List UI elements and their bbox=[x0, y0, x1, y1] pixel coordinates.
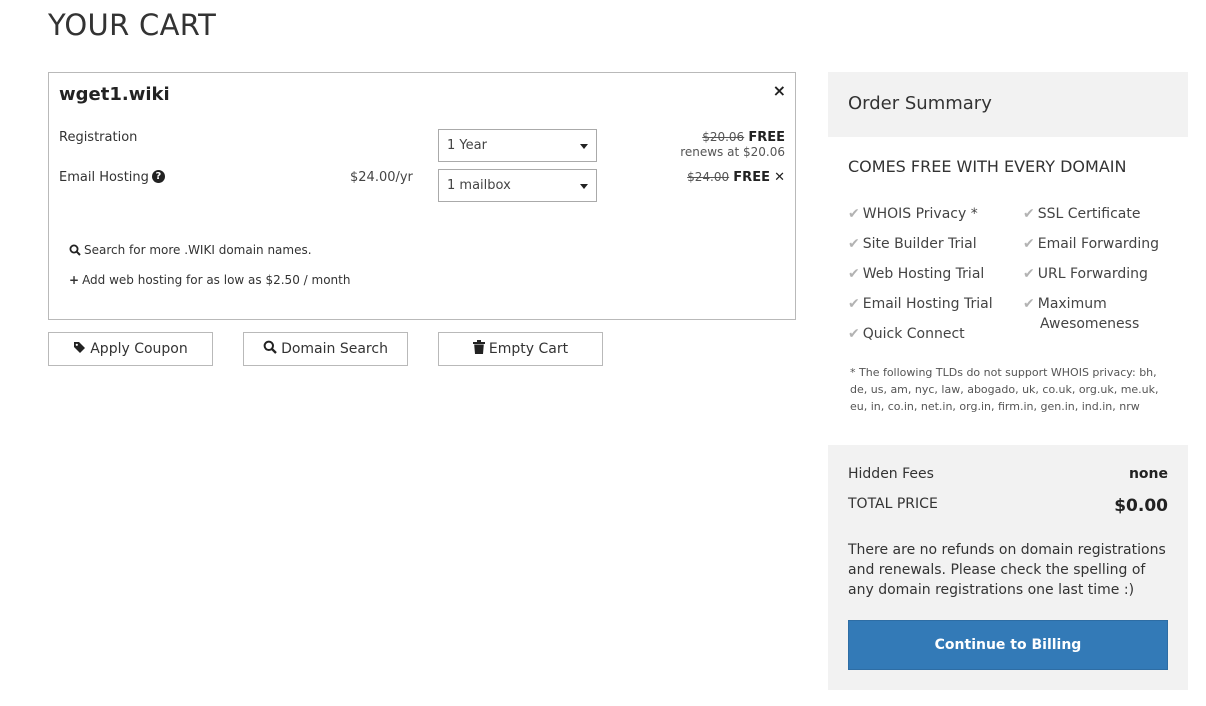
feature-item: ✔ Email Forwarding bbox=[1023, 236, 1159, 252]
empty-cart-button[interactable]: Empty Cart bbox=[438, 332, 603, 366]
feature-item: ✔ Quick Connect bbox=[848, 326, 965, 342]
feature-item: ✔ URL Forwarding bbox=[1023, 266, 1148, 282]
free-features-heading: COMES FREE WITH EVERY DOMAIN bbox=[848, 157, 1127, 176]
total-price-label: TOTAL PRICE bbox=[848, 496, 938, 512]
registration-renews: renews at $20.06 bbox=[680, 145, 785, 159]
mailbox-quantity-value: 1 mailbox bbox=[447, 178, 511, 193]
remove-email-hosting-icon[interactable]: ✕ bbox=[774, 170, 785, 185]
email-hosting-price: $24.00 FREE ✕ bbox=[687, 170, 785, 185]
hidden-fees-value: none bbox=[1128, 466, 1168, 482]
tag-icon bbox=[74, 341, 86, 353]
search-icon bbox=[263, 340, 277, 354]
email-hosting-label-text: Email Hosting bbox=[59, 170, 149, 185]
add-web-hosting-link[interactable]: + Add web hosting for as low as $2.50 / m… bbox=[69, 273, 350, 287]
feature-item: ✔ Maximum bbox=[1023, 296, 1107, 312]
search-more-domains-link[interactable]: Search for more .WIKI domain names. bbox=[69, 243, 312, 257]
totals-panel: Hidden Fees none TOTAL PRICE $0.00 There… bbox=[828, 445, 1188, 690]
check-icon: ✔ bbox=[1023, 236, 1035, 252]
whois-tld-note: * The following TLDs do not support WHOI… bbox=[850, 366, 1159, 413]
check-icon: ✔ bbox=[848, 326, 860, 342]
check-icon: ✔ bbox=[848, 206, 860, 222]
check-icon: ✔ bbox=[848, 266, 860, 282]
check-icon: ✔ bbox=[848, 236, 860, 252]
hidden-fees-label: Hidden Fees bbox=[848, 466, 934, 482]
registration-free-label: FREE bbox=[748, 130, 785, 145]
question-circle-icon[interactable]: ? bbox=[151, 170, 165, 183]
add-web-hosting-text: Add web hosting for as low as $2.50 / mo… bbox=[82, 273, 351, 287]
remove-domain-close-icon[interactable]: × bbox=[773, 81, 786, 100]
trash-icon bbox=[472, 340, 485, 354]
feature-item: ✔ Site Builder Trial bbox=[848, 236, 977, 252]
search-icon bbox=[69, 244, 81, 256]
check-icon: ✔ bbox=[1023, 296, 1035, 312]
email-hosting-old-price: $24.00 bbox=[687, 170, 730, 184]
domain-search-label: Domain Search bbox=[281, 341, 388, 357]
registration-term-select[interactable]: 1 Year bbox=[438, 129, 597, 162]
empty-cart-label: Empty Cart bbox=[488, 341, 569, 357]
total-price-value: $0.00 bbox=[1114, 496, 1168, 516]
order-summary-header: Order Summary bbox=[828, 72, 1188, 137]
mailbox-quantity-select[interactable]: 1 mailbox bbox=[438, 169, 597, 202]
registration-old-price: $20.06 bbox=[702, 130, 745, 144]
registration-price: $20.06 FREE renews at $20.06 bbox=[680, 130, 785, 160]
email-hosting-unit-price: $24.00/yr bbox=[350, 170, 413, 185]
order-summary-title: Order Summary bbox=[848, 93, 992, 114]
email-hosting-label: Email Hosting? bbox=[59, 170, 165, 185]
search-more-domains-text: Search for more .WIKI domain names. bbox=[84, 243, 312, 257]
apply-coupon-button[interactable]: Apply Coupon bbox=[48, 332, 213, 366]
check-icon: ✔ bbox=[848, 296, 860, 312]
plus-icon: + bbox=[69, 273, 80, 287]
domain-search-button[interactable]: Domain Search bbox=[243, 332, 408, 366]
chevron-down-icon bbox=[580, 184, 588, 189]
feature-item: ✔ Email Hosting Trial bbox=[848, 296, 993, 312]
check-icon: ✔ bbox=[1023, 266, 1035, 282]
registration-term-value: 1 Year bbox=[447, 138, 487, 153]
registration-label: Registration bbox=[59, 130, 138, 145]
refund-notice: There are no refunds on domain registrat… bbox=[848, 542, 1166, 598]
email-hosting-free-label: FREE bbox=[733, 170, 770, 185]
apply-coupon-label: Apply Coupon bbox=[90, 341, 188, 357]
feature-item-continued: Awesomeness bbox=[1040, 316, 1140, 332]
feature-item: ✔ SSL Certificate bbox=[1023, 206, 1141, 222]
chevron-down-icon bbox=[580, 144, 588, 149]
cart-item: wget1.wiki × Registration 1 Year $20.06 … bbox=[48, 72, 796, 320]
continue-to-billing-button[interactable]: Continue to Billing bbox=[848, 620, 1168, 670]
page-title: YOUR CART bbox=[48, 8, 217, 42]
check-icon: ✔ bbox=[1023, 206, 1035, 222]
feature-item: ✔ WHOIS Privacy * bbox=[848, 206, 978, 222]
domain-name: wget1.wiki bbox=[59, 84, 170, 105]
feature-item: ✔ Web Hosting Trial bbox=[848, 266, 985, 282]
